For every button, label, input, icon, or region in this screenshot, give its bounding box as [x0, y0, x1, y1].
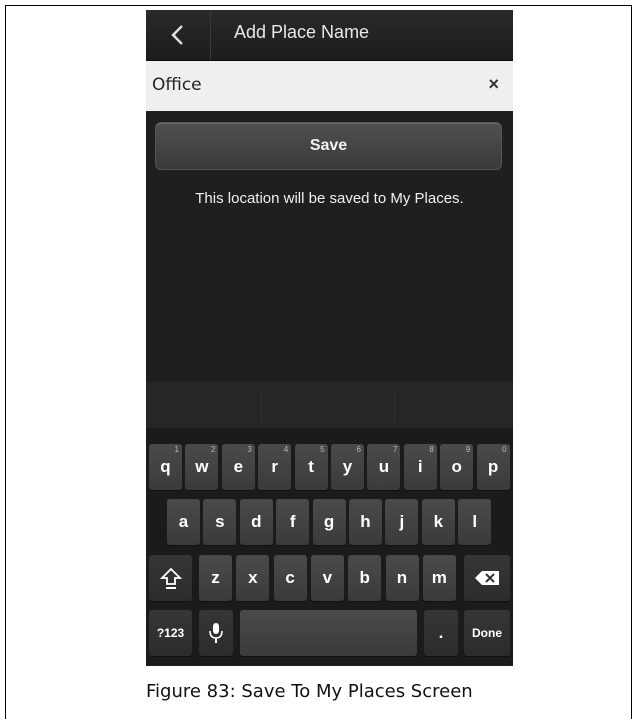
key-hint: 6 — [356, 445, 361, 454]
place-name-field[interactable]: Office × — [146, 61, 513, 111]
keyboard: q1w2e3r4t5y6u7i8o9p0 asdfghjkl zxcvbnm ?… — [146, 428, 513, 666]
key-label: i — [417, 457, 423, 476]
key-q[interactable]: q1 — [149, 444, 182, 490]
title-bar: Add Place Name — [146, 10, 513, 61]
space-key[interactable] — [240, 610, 417, 656]
key-p[interactable]: p0 — [476, 444, 510, 490]
key-hint: 7 — [392, 445, 398, 454]
period-key[interactable]: . — [424, 610, 458, 656]
key-label: u — [378, 457, 390, 476]
key-l[interactable]: l — [458, 499, 492, 545]
mic-key[interactable] — [199, 610, 233, 656]
backspace-key[interactable] — [464, 555, 510, 601]
shift-arrow-icon — [159, 567, 182, 589]
key-label: w — [195, 457, 209, 476]
suggestion-divider — [261, 390, 262, 422]
key-hint: 4 — [283, 445, 289, 454]
microphone-icon — [209, 623, 223, 643]
back-arrow-icon — [171, 25, 183, 45]
key-h[interactable]: h — [349, 499, 382, 545]
key-z[interactable]: z — [199, 555, 232, 601]
key-label: q — [160, 457, 171, 476]
info-text: This location will be saved to My Places… — [195, 190, 464, 207]
key-r[interactable]: r4 — [258, 444, 292, 490]
key-label: r — [271, 457, 278, 476]
key-label: p — [487, 457, 499, 476]
key-d[interactable]: d — [239, 499, 273, 545]
key-o[interactable]: o9 — [440, 444, 474, 490]
symbols-key[interactable]: ?123 — [149, 610, 192, 656]
done-key[interactable]: Done — [464, 610, 510, 656]
key-label: o — [451, 457, 462, 476]
key-x[interactable]: x — [236, 555, 270, 601]
key-b[interactable]: b — [348, 555, 382, 601]
phone-screen: Add Place Name Office × Save This locati… — [146, 10, 513, 666]
key-f[interactable]: f — [276, 499, 310, 545]
key-y[interactable]: y6 — [331, 444, 364, 490]
back-button[interactable] — [146, 10, 211, 60]
key-a[interactable]: a — [167, 499, 200, 545]
figure-caption: Figure 83: Save To My Places Screen — [146, 681, 473, 702]
key-n[interactable]: n — [385, 555, 419, 601]
key-hint: 2 — [210, 445, 216, 454]
key-w[interactable]: w2 — [185, 444, 219, 490]
save-button[interactable]: Save — [155, 122, 502, 170]
key-s[interactable]: s — [203, 499, 237, 545]
suggestion-strip — [146, 382, 513, 428]
key-label: e — [233, 457, 244, 476]
key-label: t — [308, 457, 314, 476]
key-label: y — [342, 457, 353, 476]
shift-key[interactable] — [149, 555, 192, 601]
key-hint: 5 — [320, 445, 325, 454]
key-hint: 8 — [429, 445, 434, 454]
key-hint: 1 — [174, 445, 179, 454]
clear-icon[interactable]: × — [488, 74, 499, 95]
key-hint: 9 — [465, 445, 471, 454]
suggestion-divider — [394, 390, 395, 422]
backspace-icon — [475, 571, 499, 585]
key-v[interactable]: v — [310, 555, 344, 601]
key-hint: 3 — [247, 445, 252, 454]
key-e[interactable]: e3 — [221, 444, 255, 490]
key-c[interactable]: c — [273, 555, 307, 601]
key-hint: 0 — [502, 445, 507, 454]
place-name-input[interactable]: Office — [152, 75, 202, 95]
key-k[interactable]: k — [421, 499, 455, 545]
key-t[interactable]: t5 — [294, 444, 328, 490]
key-g[interactable]: g — [312, 499, 346, 545]
key-j[interactable]: j — [385, 499, 419, 545]
page-title: Add Place Name — [234, 22, 370, 42]
key-i[interactable]: i8 — [403, 444, 437, 490]
key-u[interactable]: u7 — [367, 444, 401, 490]
key-m[interactable]: m — [422, 555, 456, 601]
